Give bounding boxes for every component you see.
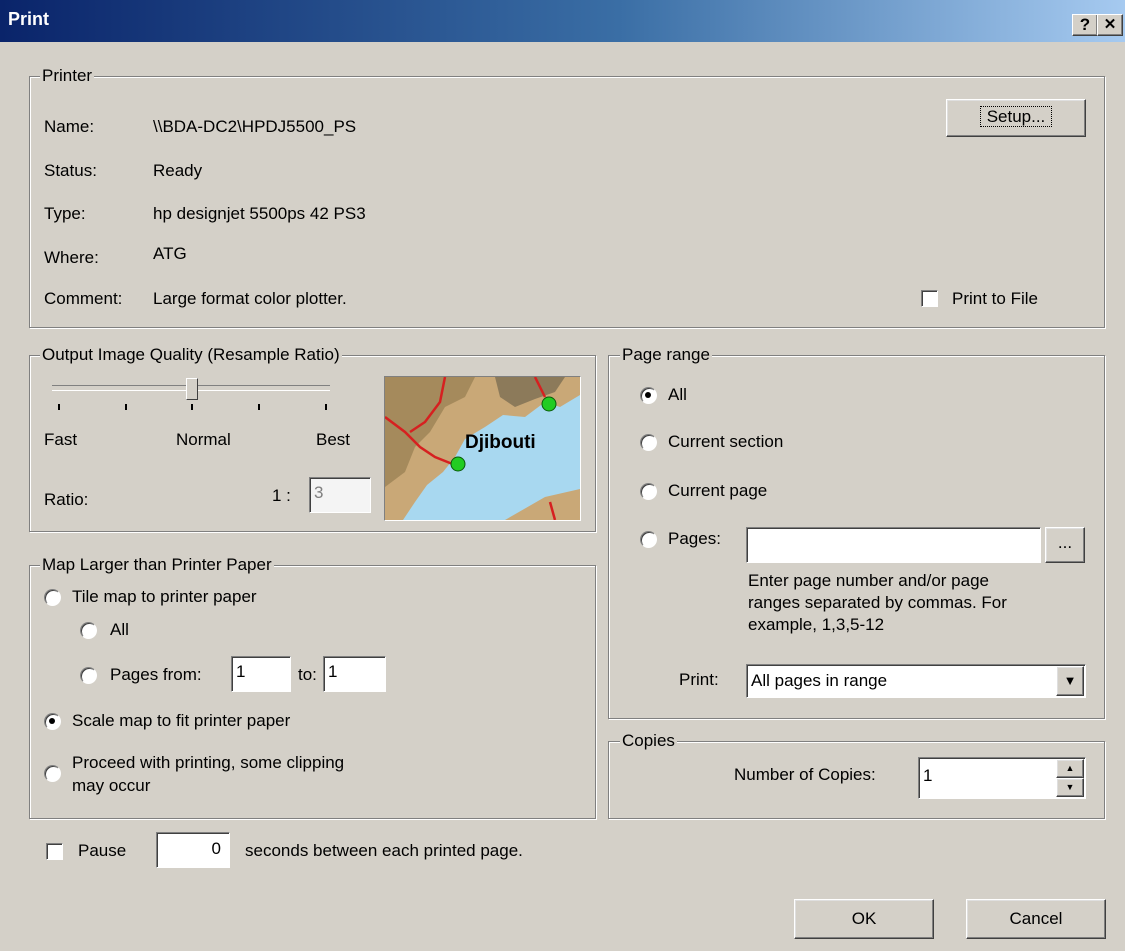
ok-label: OK	[851, 909, 877, 928]
ok-button[interactable]: OK	[794, 899, 934, 939]
status-label: Status:	[44, 161, 97, 180]
best-label: Best	[316, 430, 351, 449]
scale-radio[interactable]	[44, 713, 61, 730]
title-bar[interactable]: Print ? ✕	[0, 0, 1125, 42]
quality-legend: Output Image Quality (Resample Ratio)	[40, 345, 342, 365]
print-label: Print:	[679, 670, 719, 689]
pages-browse-button[interactable]: ...	[1045, 527, 1085, 563]
help-button[interactable]: ?	[1072, 14, 1098, 36]
chevron-up-icon: ▲	[1065, 763, 1075, 773]
setup-label: Setup...	[979, 106, 1053, 127]
proceed-radio[interactable]	[44, 765, 61, 782]
normal-label: Normal	[176, 430, 231, 449]
pause-seconds-value: 0	[211, 839, 221, 858]
tile-all-radio[interactable]	[80, 622, 97, 639]
print-select-dropdown[interactable]: ▼	[1056, 666, 1084, 696]
tile-radio[interactable]	[44, 589, 61, 606]
pages-radio[interactable]	[640, 531, 657, 548]
name-value: \\BDA-DC2\HPDJ5500_PS	[153, 117, 357, 136]
setup-button[interactable]: Setup...	[946, 99, 1086, 137]
current-page-radio[interactable]	[640, 483, 657, 500]
print-to-file-label[interactable]: Print to File	[952, 289, 1038, 309]
pause-seconds-input[interactable]: 0	[156, 832, 230, 868]
cancel-button[interactable]: Cancel	[966, 899, 1106, 939]
print-to-file-checkbox[interactable]	[921, 290, 938, 307]
pause-checkbox[interactable]	[46, 843, 63, 860]
current-section-label[interactable]: Current section	[668, 432, 783, 452]
comment-value: Large format color plotter.	[153, 289, 347, 308]
name-label: Name:	[44, 117, 95, 136]
tile-all-label[interactable]: All	[110, 620, 129, 640]
page-range-legend: Page range	[620, 345, 712, 365]
cancel-label: Cancel	[1009, 909, 1063, 928]
copies-up-button[interactable]: ▲	[1056, 759, 1084, 778]
pause-suffix: seconds between each printed page.	[245, 841, 523, 860]
slider-tick	[191, 404, 193, 410]
pages-input[interactable]	[746, 527, 1041, 563]
pages-hint-line1: Enter page number and/or page	[748, 571, 990, 590]
chevron-down-icon: ▼	[1063, 673, 1077, 688]
type-label: Type:	[44, 204, 86, 223]
slider-tick	[325, 404, 327, 410]
pages-to-label: to:	[298, 665, 317, 684]
quality-slider-thumb[interactable]	[186, 378, 198, 400]
number-of-copies-label: Number of Copies:	[734, 765, 876, 784]
tile-label[interactable]: Tile map to printer paper	[72, 587, 257, 607]
current-section-radio[interactable]	[640, 434, 657, 451]
printer-legend: Printer	[40, 66, 95, 86]
print-select[interactable]: All pages in range ▼	[746, 664, 1086, 698]
close-icon: ✕	[1103, 16, 1117, 33]
pages-to-value: 1	[328, 662, 338, 681]
chevron-down-icon: ▼	[1065, 782, 1075, 792]
copies-value: 1	[923, 766, 933, 785]
ratio-prefix: 1 :	[272, 486, 291, 505]
pages-from-label[interactable]: Pages from:	[110, 665, 202, 685]
ratio-value: 3	[314, 483, 324, 502]
where-value: ATG	[153, 244, 187, 263]
fast-label: Fast	[44, 430, 78, 449]
copies-input[interactable]: 1 ▲ ▼	[918, 757, 1086, 799]
map-preview: Djibouti	[384, 376, 581, 521]
print-select-value: All pages in range	[751, 671, 888, 690]
where-label: Where:	[44, 248, 99, 267]
ratio-input[interactable]: 3	[309, 477, 371, 513]
close-button[interactable]: ✕	[1097, 14, 1123, 36]
scale-label[interactable]: Scale map to fit printer paper	[72, 711, 290, 731]
pages-hint-line3: example, 1,3,5-12	[748, 615, 885, 634]
pause-label[interactable]: Pause	[78, 841, 126, 861]
map-city-label: Djibouti	[465, 432, 536, 453]
comment-label: Comment:	[44, 289, 123, 308]
help-icon: ?	[1079, 15, 1091, 34]
proceed-label-line2[interactable]: may occur	[72, 776, 150, 796]
slider-tick	[258, 404, 260, 410]
current-page-label[interactable]: Current page	[668, 481, 767, 501]
range-all-radio[interactable]	[640, 387, 657, 404]
type-value: hp designjet 5500ps 42 PS3	[153, 204, 366, 223]
pages-from-radio[interactable]	[80, 667, 97, 684]
ratio-label: Ratio:	[44, 490, 89, 509]
map-larger-legend: Map Larger than Printer Paper	[40, 555, 274, 575]
pages-from-input[interactable]: 1	[231, 656, 291, 692]
ellipsis-icon: ...	[1057, 533, 1073, 552]
slider-tick	[125, 404, 127, 410]
pages-from-value: 1	[236, 662, 246, 681]
pages-label[interactable]: Pages:	[668, 529, 721, 549]
copies-down-button[interactable]: ▼	[1056, 778, 1084, 797]
copies-legend: Copies	[620, 731, 677, 751]
window-title: Print	[8, 9, 50, 29]
slider-tick	[58, 404, 60, 410]
proceed-label-line1[interactable]: Proceed with printing, some clipping	[72, 753, 344, 773]
status-value: Ready	[153, 161, 203, 180]
range-all-label[interactable]: All	[668, 385, 687, 405]
pages-to-input[interactable]: 1	[323, 656, 386, 692]
pages-hint-line2: ranges separated by commas. For	[748, 593, 1007, 612]
